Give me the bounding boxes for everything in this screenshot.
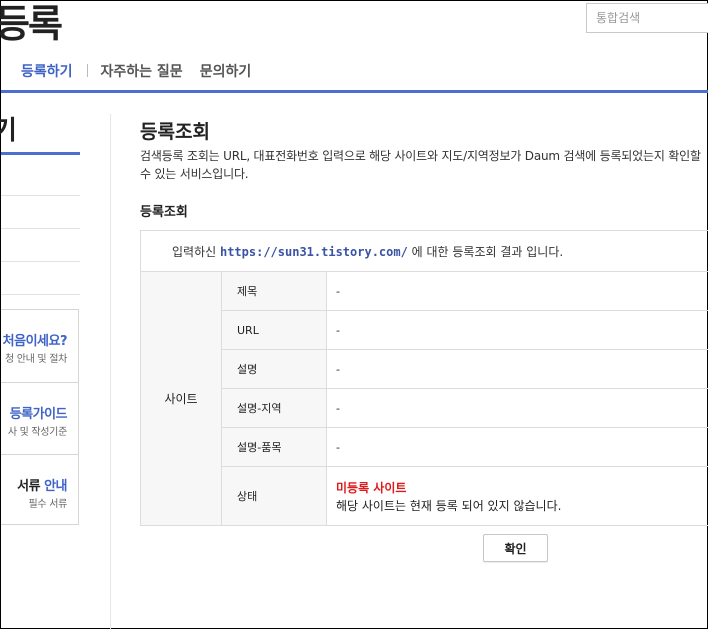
page-description: 검색등록 조회는 URL, 대표전화번호 입력으로 해당 사이트와 지도/지역정… xyxy=(140,147,708,183)
nav-inquiry[interactable]: 문의하기 xyxy=(200,61,252,81)
sidebar-divider xyxy=(1,261,80,262)
sidebar-divider xyxy=(1,294,80,295)
queried-url: https://sun31.tistory.com/ xyxy=(220,245,408,259)
nav-underline xyxy=(1,90,708,93)
row-value-url: - xyxy=(327,311,708,350)
guide-subtitle: 청 안내 및 절차 xyxy=(5,350,67,365)
nav-divider xyxy=(87,64,88,77)
confirm-button[interactable]: 확인 xyxy=(483,534,548,562)
result-table: 입력하신 https://sun31.tistory.com/ 에 대한 등록조… xyxy=(140,230,708,526)
nav-register[interactable]: 등록하기 xyxy=(21,61,73,81)
row-value-description: - xyxy=(327,350,708,389)
result-message: 입력하신 https://sun31.tistory.com/ 에 대한 등록조… xyxy=(141,231,708,272)
guide-registration[interactable]: 등록가이드 사 및 작성기준 xyxy=(1,382,79,455)
row-label-description: 설명 xyxy=(222,350,327,389)
site-group-label: 사이트 xyxy=(141,272,222,526)
sidebar-divider xyxy=(1,195,80,196)
guide-title: 처음이세요? xyxy=(3,330,67,349)
sidebar-title-underline xyxy=(1,152,80,155)
search-input[interactable] xyxy=(596,11,708,25)
sidebar-divider xyxy=(1,228,80,229)
page-title: 등록조회 xyxy=(140,117,210,144)
section-title: 등록조회 xyxy=(140,201,188,220)
guide-title: 서류 안내 xyxy=(17,475,67,494)
row-value-region: - xyxy=(327,389,708,428)
status-badge: 미등록 사이트 xyxy=(336,479,708,497)
guide-title: 등록가이드 xyxy=(10,403,67,422)
row-label-url: URL xyxy=(222,311,327,350)
guide-documents[interactable]: 서류 안내 필수 서류 xyxy=(1,454,79,527)
top-nav: 등록하기 자주하는 질문 문의하기 xyxy=(21,60,251,81)
row-value-item: - xyxy=(327,428,708,467)
sidebar-guide-box: 처음이세요? 청 안내 및 절차 등록가이드 사 및 작성기준 서류 안내 필수… xyxy=(1,309,79,525)
page-header-title: 등록 xyxy=(0,0,61,48)
search-box[interactable] xyxy=(586,3,708,33)
nav-faq[interactable]: 자주하는 질문 xyxy=(101,61,183,81)
row-value-status: 미등록 사이트 해당 사이트는 현재 등록 되어 있지 않습니다. xyxy=(327,467,708,526)
guide-first-time[interactable]: 처음이세요? 청 안내 및 절차 xyxy=(1,310,79,382)
row-label-status: 상태 xyxy=(222,467,327,526)
sidebar-title: 기 xyxy=(0,110,17,147)
row-value-title: - xyxy=(327,272,708,311)
row-label-item: 설명-품목 xyxy=(222,428,327,467)
guide-subtitle: 필수 서류 xyxy=(29,495,67,510)
row-label-title: 제목 xyxy=(222,272,327,311)
guide-subtitle: 사 및 작성기준 xyxy=(8,423,67,438)
row-label-region: 설명-지역 xyxy=(222,389,327,428)
column-divider xyxy=(110,114,111,630)
status-detail: 해당 사이트는 현재 등록 되어 있지 않습니다. xyxy=(336,497,708,515)
